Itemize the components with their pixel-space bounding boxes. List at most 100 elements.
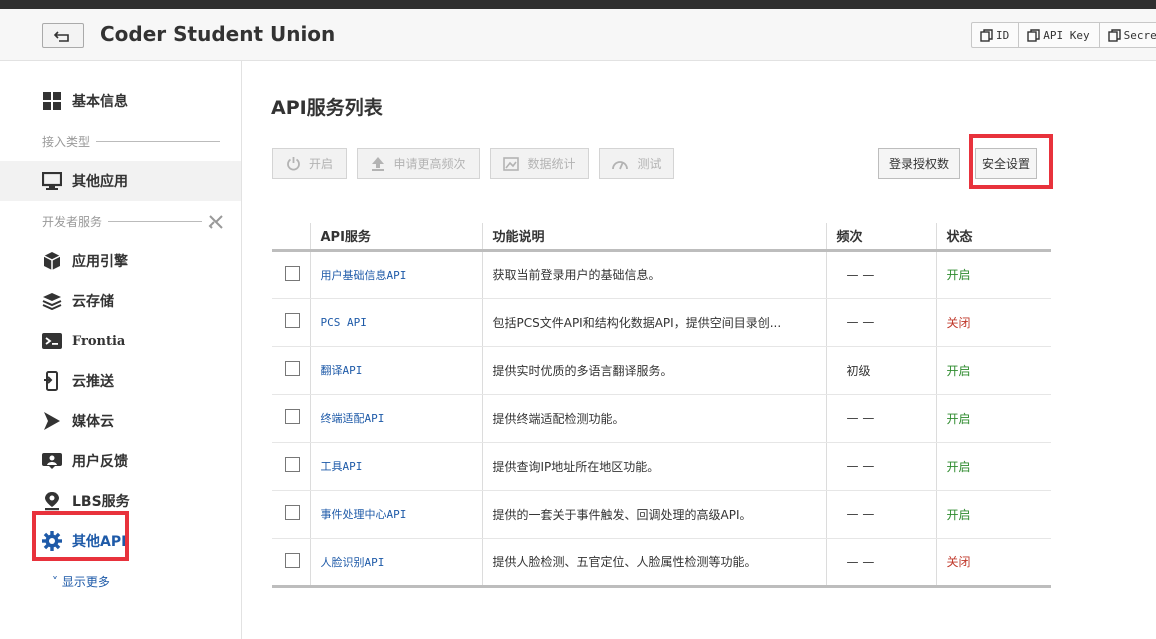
copy-api-key-label: API Key (1043, 28, 1090, 42)
sidebar-item-app-engine[interactable]: 应用引擎 (42, 248, 128, 274)
api-name-link[interactable]: 事件处理中心API (321, 508, 407, 521)
header-api-service: API服务 (309, 223, 482, 252)
section-label: 接入类型 (42, 135, 91, 149)
api-name-link[interactable]: 用户基础信息API (321, 269, 407, 282)
sidebar-item-cloud-push[interactable]: 云推送 (42, 368, 114, 394)
table-row[interactable]: 终端适配API 提供终端适配检测功能。 — — 开启 (272, 394, 1051, 443)
row-checkbox-cell (272, 298, 310, 347)
table-row[interactable]: 人脸识别API 提供人脸检测、五官定位、人脸属性检测等功能。 — — 关闭 (272, 538, 1051, 588)
api-name-cell: 事件处理中心API (309, 490, 482, 539)
table-row[interactable]: 用户基础信息API 获取当前登录用户的基础信息。 — — 开启 (272, 250, 1051, 299)
api-description: 提供人脸检测、五官定位、人脸属性检测等功能。 (481, 538, 826, 588)
sidebar-item-frontia[interactable]: Frontia (42, 328, 125, 354)
row-checkbox[interactable] (285, 313, 300, 328)
api-name-cell: 人脸识别API (309, 538, 482, 588)
page-title: API服务列表 (271, 97, 383, 119)
test-label: 测试 (637, 157, 662, 171)
show-more-link[interactable]: ˅ 显示更多 (52, 573, 110, 590)
sidebar-section-developer: 开发者服务 (42, 213, 224, 230)
api-description: 提供终端适配检测功能。 (481, 394, 826, 443)
copy-id-button[interactable]: ID (972, 23, 1020, 47)
row-checkbox[interactable] (285, 505, 300, 520)
sidebar-item-label: 其他应用 (72, 174, 128, 190)
data-stats-button[interactable]: 数据统计 (490, 148, 589, 179)
back-button[interactable] (42, 23, 84, 48)
tools-icon[interactable] (208, 214, 224, 230)
copy-secret-label: Secre (1123, 28, 1156, 42)
api-status: 关闭 (935, 538, 1051, 588)
sidebar-section-access: 接入类型 (42, 133, 221, 150)
data-stats-label: 数据统计 (527, 157, 576, 171)
sidebar-item-label: 媒体云 (72, 414, 114, 430)
api-status: 开启 (935, 346, 1051, 395)
terminal-icon (42, 331, 62, 351)
api-frequency: 初级 (825, 346, 936, 395)
row-checkbox[interactable] (285, 552, 300, 568)
header-checkbox-column (272, 223, 310, 252)
cube-icon (42, 251, 62, 271)
sidebar-item-media-cloud[interactable]: 媒体云 (42, 408, 114, 434)
request-frequency-label: 申请更高频次 (393, 157, 466, 171)
row-checkbox[interactable] (285, 409, 300, 424)
copy-icon (1107, 28, 1121, 42)
app-title: Coder Student Union (100, 22, 336, 46)
sidebar-item-label: Frontia (72, 333, 126, 349)
table-row[interactable]: PCS API 包括PCS文件API和结构化数据API，提供空间目录创... — —… (272, 298, 1051, 347)
header-frequency: 频次 (825, 223, 936, 252)
sidebar: 基本信息 接入类型 其他应用 开发者服务 应用引擎 云存储 Frontia 云推… (0, 61, 242, 639)
sidebar-item-basic-info[interactable]: 基本信息 (42, 88, 128, 114)
row-checkbox[interactable] (285, 265, 300, 281)
row-checkbox-cell (272, 490, 310, 539)
api-name-link[interactable]: 工具API (321, 460, 363, 473)
request-frequency-button[interactable]: 申请更高频次 (357, 148, 480, 179)
api-description: 提供的一套关于事件触发、回调处理的高级API。 (481, 490, 826, 539)
header-status: 状态 (935, 223, 1051, 252)
api-status: 关闭 (935, 298, 1051, 347)
api-name-cell: 用户基础信息API (309, 250, 482, 299)
api-name-cell: 翻译API (309, 346, 482, 395)
layers-icon (42, 291, 62, 311)
api-frequency: — — (825, 442, 936, 491)
api-status: 开启 (935, 442, 1051, 491)
row-checkbox-cell (272, 346, 310, 395)
row-checkbox-cell (272, 442, 310, 491)
api-name-cell: PCS API (309, 298, 482, 347)
section-divider (96, 141, 221, 142)
row-checkbox[interactable] (285, 457, 300, 472)
api-frequency: — — (825, 298, 936, 347)
sidebar-item-feedback[interactable]: 用户反馈 (42, 448, 128, 474)
sidebar-item-other-apps[interactable]: 其他应用 (42, 168, 128, 194)
upload-arrow-icon (372, 157, 385, 171)
play-icon (42, 411, 62, 431)
api-name-cell: 工具API (309, 442, 482, 491)
api-name-link[interactable]: 翻译API (321, 364, 363, 377)
table-row[interactable]: 工具API 提供查询IP地址所在地区功能。 — — 开启 (272, 442, 1051, 491)
section-label: 开发者服务 (42, 215, 103, 229)
api-name-link[interactable]: 终端适配API (321, 412, 385, 425)
table-row[interactable]: 翻译API 提供实时优质的多语言翻译服务。 初级 开启 (272, 346, 1051, 395)
api-status: 开启 (935, 394, 1051, 443)
top-strip (0, 0, 1156, 9)
login-auth-count-button[interactable]: 登录授权数 (878, 148, 960, 179)
api-name-link[interactable]: PCS API (321, 316, 367, 329)
api-name-link[interactable]: 人脸识别API (321, 556, 385, 569)
chevron-down-icon: ˅ (52, 575, 58, 589)
section-divider (108, 221, 203, 222)
api-description: 包括PCS文件API和结构化数据API，提供空间目录创... (481, 298, 826, 347)
monitor-icon (42, 171, 62, 191)
sidebar-item-label: 基本信息 (72, 94, 128, 110)
table-row[interactable]: 事件处理中心API 提供的一套关于事件触发、回调处理的高级API。 — — 开启 (272, 490, 1051, 539)
test-button[interactable]: 测试 (599, 148, 674, 179)
highlight-box-security (969, 134, 1053, 189)
sidebar-item-label: 云存储 (72, 294, 114, 310)
enable-button[interactable]: 开启 (272, 148, 347, 179)
copy-api-key-button[interactable]: API Key (1019, 23, 1100, 47)
show-more-label: 显示更多 (61, 575, 110, 589)
sidebar-item-cloud-storage[interactable]: 云存储 (42, 288, 114, 314)
copy-secret-button[interactable]: Secre (1100, 23, 1156, 47)
copy-id-label: ID (996, 28, 1010, 42)
row-checkbox[interactable] (285, 361, 300, 376)
sidebar-item-label: LBS服务 (72, 494, 130, 510)
credential-buttons: ID API Key Secre (971, 22, 1156, 48)
api-frequency: — — (825, 490, 936, 539)
